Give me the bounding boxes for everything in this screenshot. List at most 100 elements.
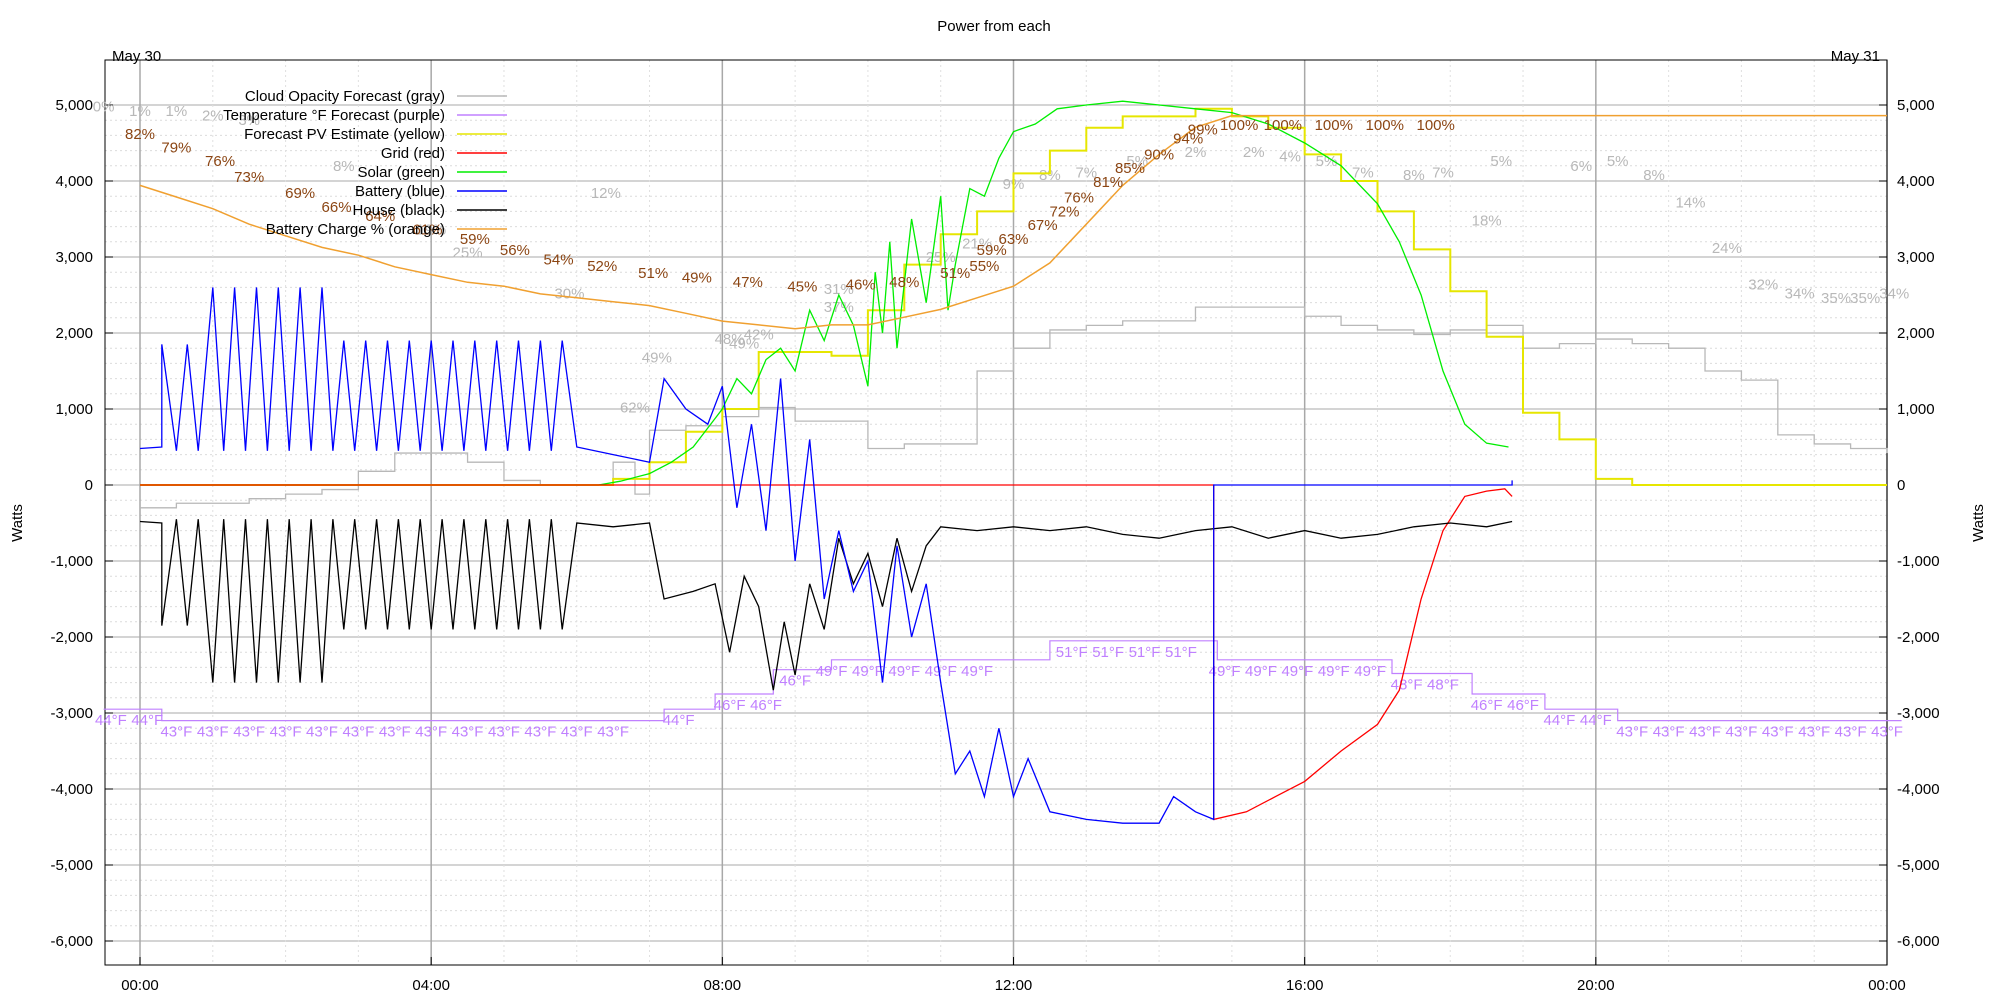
cloud-opacity-label: 14% [1675,194,1705,211]
power-chart: 5,000 5,000 4,000 4,000 3,000 3,000 2,000 2,000… [0,0,2000,1000]
temperature-label: 43°F [488,724,520,741]
cloud-opacity-label: 49% [642,349,672,366]
temperature-label: 43°F [270,724,302,741]
temperature-label: 51°F [1165,644,1197,661]
battery-charge-label: 48% [889,274,919,291]
cloud-opacity-label: 2% [202,108,224,125]
battery-charge-label: 51% [940,265,970,282]
cloud-opacity-label: 2% [1243,144,1265,161]
temperature-label: 48°F [1391,676,1423,693]
cloud-opacity-label: 18% [1472,213,1502,230]
y-tick-label-right: 1,000 [1897,401,1935,418]
temperature-label: 49°F [816,663,848,680]
cloud-opacity-label: 5% [1490,153,1512,170]
x-tick-label: 04:00 [412,977,450,994]
y-tick-label-right: 3,000 [1897,249,1935,266]
temperature-label: 43°F [597,724,629,741]
temperature-label: 51°F [1056,644,1088,661]
y-tick-label-left: -4,000 [50,781,93,798]
temperature-label: 43°F [1835,724,1867,741]
temperature-label: 43°F [306,724,338,741]
legend-entry-label: House (black) [352,202,445,219]
y-tick-label-left: -6,000 [50,933,93,950]
x-tick-label: 08:00 [704,977,742,994]
legend-entry-label: Cloud Opacity Forecast (gray) [245,88,445,105]
cloud-opacity-label: 24% [1712,240,1742,257]
temperature-label: 46°F [1471,697,1503,714]
temperature-label: 43°F [379,724,411,741]
y-tick-label-right: -3,000 [1897,705,1940,722]
battery-charge-label: 66% [322,199,352,216]
date-label-left: May 30 [112,48,161,65]
temperature-label: 49°F [1245,663,1277,680]
cloud-opacity-label: 48% [715,331,745,348]
cloud-opacity-label: 34% [1879,285,1909,302]
battery-charge-label: 47% [733,274,763,291]
cloud-opacity-label: 8% [1403,167,1425,184]
battery-charge-label: 85% [1115,160,1145,177]
temperature-label: 43°F [197,724,229,741]
temperature-label: 44°F [95,712,127,729]
y-tick-label-right: 2,000 [1897,325,1935,342]
battery-charge-label: 76% [1064,190,1094,207]
y-tick-label-right: -4,000 [1897,781,1940,798]
temperature-label: 49°F [1354,663,1386,680]
temperature-label: 43°F [1762,724,1794,741]
temperature-label: 46°F [779,673,811,690]
temperature-label: 49°F [961,663,993,680]
x-tick-label: 00:00 [1868,977,1906,994]
temperature-label: 51°F [1092,644,1124,661]
battery-charge-label: 51% [638,265,668,282]
y-tick-label-left: -1,000 [50,553,93,570]
cloud-opacity-label: 0% [93,99,115,116]
y-tick-label-right: -5,000 [1897,857,1940,874]
y-tick-label-left: -3,000 [50,705,93,722]
battery-charge-label: 99% [1188,121,1218,138]
y-axis-label-right: Watts [1970,504,1987,542]
temperature-label: 49°F [888,663,920,680]
legend-entry-label: Forecast PV Estimate (yellow) [244,126,445,143]
battery-charge-label: 69% [285,185,315,202]
legend-entry-label: Solar (green) [357,164,445,181]
temperature-label: 48°F [1427,676,1459,693]
cloud-opacity-label: 4% [1279,149,1301,166]
temperature-label: 46°F [750,697,782,714]
battery-charge-label: 79% [161,140,191,157]
battery-charge-label: 46% [846,276,876,293]
temperature-label: 44°F [1544,712,1576,729]
temperature-label: 43°F [342,724,374,741]
temperature-label: 49°F [1318,663,1350,680]
battery-charge-label: 59% [460,231,490,248]
y-tick-label-left: 0 [85,477,93,494]
temperature-label: 49°F [1281,663,1313,680]
battery-charge-label: 100% [1366,117,1404,134]
cloud-opacity-label: 8% [333,158,355,175]
y-tick-label-right: -1,000 [1897,553,1940,570]
temperature-label: 44°F [131,712,163,729]
y-tick-label-left: 3,000 [55,249,93,266]
cloud-opacity-label: 8% [1643,167,1665,184]
x-tick-label: 16:00 [1286,977,1324,994]
temperature-label: 44°F [1580,712,1612,729]
x-tick-label: 00:00 [121,977,159,994]
cloud-opacity-label: 42% [744,327,774,344]
battery-charge-label: 54% [544,251,574,268]
battery-charge-label: 82% [125,126,155,143]
battery-charge-label: 52% [587,258,617,275]
cloud-opacity-label: 35% [1850,290,1880,307]
temperature-label: 43°F [1616,724,1648,741]
y-tick-label-left: 4,000 [55,173,93,190]
temperature-label: 43°F [415,724,447,741]
temperature-label: 43°F [1689,724,1721,741]
cloud-opacity-label: 34% [1785,285,1815,302]
battery-charge-label: 63% [998,231,1028,248]
battery-charge-label: 56% [500,242,530,259]
temperature-label: 43°F [524,724,556,741]
temperature-label: 43°F [233,724,265,741]
battery-charge-label: 100% [1417,117,1455,134]
chart-title: Power from each [937,18,1050,35]
y-tick-label-right: -6,000 [1897,933,1940,950]
y-tick-label-right: 4,000 [1897,173,1935,190]
legend-entry-label: Temperature °F Forecast (purple) [223,107,445,124]
temperature-label: 43°F [1871,724,1903,741]
